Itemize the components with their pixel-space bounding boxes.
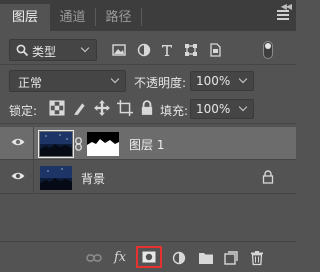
lock-artboard-icon[interactable] (117, 100, 133, 116)
chevron-down-icon (110, 74, 120, 84)
toggle-knob (265, 43, 271, 49)
divider (0, 64, 296, 65)
bottom-toolbar: fx (0, 242, 296, 272)
shape-filter-icon[interactable] (184, 43, 198, 57)
fill-label: 填充: (160, 104, 189, 118)
search-icon (16, 44, 29, 57)
opacity-label: 不透明度: (134, 76, 187, 90)
adjustment-filter-icon[interactable] (137, 43, 151, 57)
fill-value: 100% (196, 102, 231, 116)
new-layer-icon[interactable] (224, 250, 238, 266)
add-mask-button-highlight[interactable] (136, 246, 162, 268)
filter-kind-label: 类型 (32, 45, 57, 59)
lock-transparent-pixels-icon[interactable] (49, 100, 65, 116)
panel-menu-icon[interactable] (277, 10, 289, 20)
visibility-eye-icon[interactable] (11, 171, 25, 181)
layer-row-background[interactable]: 背景 (0, 161, 296, 194)
filter-kind-select[interactable]: 类型 (9, 39, 97, 61)
type-filter-icon[interactable] (160, 43, 174, 57)
lock-all-icon[interactable] (139, 100, 155, 116)
visibility-eye-icon[interactable] (11, 137, 25, 147)
fx-icon[interactable]: fx (114, 250, 126, 266)
image-filter-icon[interactable] (112, 43, 126, 57)
lock-label: 锁定: (9, 104, 38, 118)
layer-name[interactable]: 背景 (81, 170, 105, 187)
filter-toggle-switch[interactable] (263, 41, 273, 59)
layer-lock-icon[interactable] (262, 170, 274, 184)
layer-thumbnail[interactable] (38, 130, 74, 158)
link-icon[interactable] (86, 250, 102, 266)
layer-mask-thumbnail[interactable] (87, 132, 119, 156)
opacity-value: 100% (196, 74, 231, 88)
layer-list: 图层 1 背景 (0, 124, 296, 242)
opacity-field[interactable]: 100% (190, 71, 254, 91)
adjustment-layer-icon[interactable] (172, 250, 186, 266)
blend-mode-label: 正常 (18, 76, 43, 90)
group-folder-icon[interactable] (198, 250, 214, 266)
column-divider (33, 161, 34, 194)
tab-channels[interactable]: 通道 (50, 4, 95, 31)
mask-link-chain-icon[interactable] (75, 137, 82, 151)
layer-row-1[interactable]: 图层 1 (0, 127, 296, 160)
chevron-down-icon (238, 74, 248, 84)
tab-paths[interactable]: 路径 (96, 4, 141, 31)
layer-name[interactable]: 图层 1 (129, 136, 164, 153)
chevron-down-icon (238, 102, 248, 112)
column-divider (33, 127, 34, 160)
tab-bar: 图层 通道 路径 ◀◀ (0, 0, 296, 31)
tab-layers[interactable]: 图层 (0, 4, 50, 31)
layers-panel: 图层 通道 路径 ◀◀ 类型 正常 不透明度: 100% 锁定: 填充: 100… (0, 0, 296, 272)
add-mask-icon[interactable] (142, 251, 156, 263)
chevron-down-icon (80, 43, 90, 53)
fill-field[interactable]: 100% (190, 99, 254, 119)
blend-mode-select[interactable]: 正常 (9, 70, 126, 92)
lock-image-pixels-icon[interactable] (72, 100, 88, 116)
layer-thumbnail[interactable] (40, 166, 72, 190)
lock-position-icon[interactable] (94, 100, 110, 116)
smart-object-filter-icon[interactable] (208, 43, 222, 57)
tab-divider (141, 8, 142, 26)
trash-icon[interactable] (250, 250, 264, 266)
